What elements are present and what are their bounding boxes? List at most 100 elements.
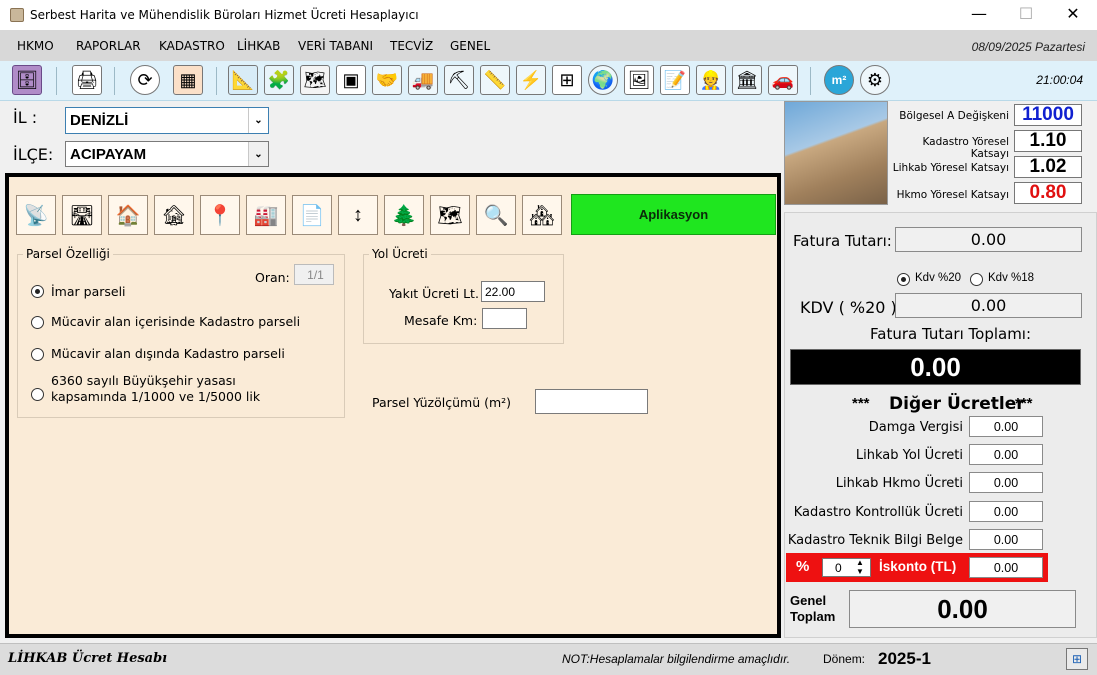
radio-mucavir-disi[interactable] <box>31 348 44 361</box>
fee-label: Kadastro Kontrollük Ücreti <box>793 505 963 520</box>
ilce-value: ACIPAYAM <box>70 145 147 163</box>
handshake-icon[interactable]: 🤝 <box>372 65 402 95</box>
maximize-button[interactable]: ☐ <box>1003 0 1049 30</box>
car-parking-icon[interactable]: 🚗 <box>768 65 798 95</box>
gears-icon[interactable]: ⚙ <box>860 65 890 95</box>
oran-field[interactable]: 1/1 <box>294 264 334 285</box>
map-pin-icon[interactable]: 📍 <box>200 195 240 235</box>
fatura-label: Fatura Tutarı: <box>793 232 892 250</box>
lihkab-hkmo-field: 0.00 <box>969 472 1043 493</box>
mesafe-field[interactable] <box>482 308 527 329</box>
calculation-panel: 📡 🛣 🏠 🏚 📍 🏭 📄 ↕ 🌲 🗺 🔍 🏘 Aplikasyon Parse… <box>5 173 781 638</box>
puzzle-icon[interactable]: 🧩 <box>264 65 294 95</box>
building-icon[interactable]: 🏛 <box>732 65 762 95</box>
radio-6360-yasasi[interactable] <box>31 388 44 401</box>
radio-mucavir-ici[interactable] <box>31 316 44 329</box>
iskonto-percent-stepper[interactable]: 0 ▲ ▼ <box>822 558 871 577</box>
parcel-map-icon[interactable]: ⊞ <box>552 65 582 95</box>
yuzolcumu-field[interactable] <box>535 389 648 414</box>
map-edit-icon[interactable]: 📝 <box>660 65 690 95</box>
percent-sign: % <box>796 558 810 575</box>
minimize-button[interactable]: — <box>956 0 1002 30</box>
zoning-doc-icon[interactable]: 📄 <box>292 195 332 235</box>
network-icon[interactable]: ⊞ <box>1066 648 1088 670</box>
factory-icon[interactable]: 🏭 <box>246 195 286 235</box>
donem-label: Dönem: <box>823 652 866 666</box>
menu-genel[interactable]: GENEL <box>450 39 490 53</box>
status-module: LİHKAB Ücret Hesabı <box>8 651 168 666</box>
parsel-group-title: Parsel Özelliği <box>23 247 113 261</box>
menu-tecviz[interactable]: TECVİZ <box>390 39 433 53</box>
option-label: Mücavir alan dışında Kadastro parseli <box>51 346 285 361</box>
menu-hkmo[interactable]: HKMO <box>17 39 54 53</box>
kadastro-kontrolluk-field: 0.00 <box>969 501 1043 522</box>
toolbar: 🗄 🖨 ⟳ ▦ 📐 🧩 🗺 ▣ 🤝 🚚 ⛏ 📏 ⚡ ⊞ 🌍 🖼 📝 👷 🏛 🚗 … <box>0 61 1097 101</box>
menu-raporlar[interactable]: RAPORLAR <box>76 39 141 53</box>
house-pin-icon[interactable]: 🏠 <box>108 195 148 235</box>
map-frame-icon[interactable]: 🖼 <box>624 65 654 95</box>
toplam-word-label: Toplam <box>790 609 836 624</box>
cracked-house-icon[interactable]: 🏚 <box>154 195 194 235</box>
iskonto-label: İskonto (TL) <box>879 559 957 574</box>
fee-label: Lihkab Yol Ücreti <box>855 448 963 463</box>
mesafe-label: Mesafe Km: <box>404 313 478 328</box>
total-station-icon[interactable]: 📏 <box>480 65 510 95</box>
globe-pin-icon[interactable]: 🌍 <box>588 65 618 95</box>
chevron-down-icon[interactable]: ⌄ <box>248 142 268 166</box>
landmark-photo <box>784 101 888 205</box>
kadastro-katsayi-value: 1.10 <box>1014 130 1082 152</box>
map-grid-icon[interactable]: ▦ <box>173 65 203 95</box>
m2-icon[interactable]: m² <box>824 65 854 95</box>
ilce-select[interactable]: ACIPAYAM ⌄ <box>65 141 269 167</box>
menu-veri-tabani[interactable]: VERİ TABANI <box>298 39 373 53</box>
site-plan-icon[interactable]: 🗺 <box>430 195 470 235</box>
magnifier-globe-icon[interactable]: 🔍 <box>476 195 516 235</box>
lihkab-yol-field: 0.00 <box>969 444 1043 465</box>
mining-icon[interactable]: ⛏ <box>444 65 474 95</box>
power-tower-icon[interactable]: ⚡ <box>516 65 546 95</box>
radio-kdv-20[interactable] <box>897 273 910 286</box>
coef-label: Hkmo Yöresel Katsayı <box>896 189 1009 201</box>
coef-label: Bölgesel A Değişkeni <box>899 110 1009 122</box>
fee-label: Kadastro Teknik Bilgi Belge <box>787 533 963 548</box>
close-button[interactable]: ✕ <box>1050 0 1096 30</box>
database-icon[interactable]: 🗄 <box>12 65 42 95</box>
radio-kdv-18[interactable] <box>970 273 983 286</box>
stars-left: *** <box>852 395 870 412</box>
house-handshake-icon[interactable]: 🏘 <box>522 195 562 235</box>
floorplan-icon[interactable]: ▣ <box>336 65 366 95</box>
il-select[interactable]: DENİZLİ ⌄ <box>65 107 269 134</box>
chevron-down-icon[interactable]: ⌄ <box>248 108 268 133</box>
vertical-arrows-icon[interactable]: ↕ <box>338 195 378 235</box>
survey-truck-icon[interactable]: 🚚 <box>408 65 438 95</box>
road-icon[interactable]: 🛣 <box>62 195 102 235</box>
lihkab-katsayi-value: 1.02 <box>1014 156 1082 178</box>
ilce-label: İLÇE: <box>13 145 54 164</box>
status-note: NOT:Hesaplamalar bilgilendirme amaçlıdır… <box>562 652 791 666</box>
bolgesel-a-value: 11000 <box>1014 104 1082 126</box>
stepper-arrows-icon[interactable]: ▲ ▼ <box>856 558 864 576</box>
fatura-toplam-field: 0.00 <box>790 349 1081 385</box>
aplikasyon-button[interactable]: Aplikasyon <box>571 194 776 235</box>
map-board-icon[interactable]: 🗺 <box>300 65 330 95</box>
document-print-icon[interactable]: 🖨 <box>72 65 102 95</box>
yuzolcumu-label: Parsel Yüzölçümü (m²) <box>372 395 512 410</box>
iskonto-percent-value: 0 <box>835 561 842 575</box>
iskonto-field[interactable]: 0.00 <box>969 557 1043 578</box>
invoice-panel: Fatura Tutarı: 0.00 Kdv %20 Kdv %18 KDV … <box>784 212 1097 638</box>
menu-kadastro[interactable]: KADASTRO <box>159 39 225 53</box>
surveyor-tripod-icon[interactable]: 📡 <box>16 195 56 235</box>
window-title: Serbest Harita ve Mühendislik Büroları H… <box>30 8 419 22</box>
current-date: 08/09/2025 Pazartesi <box>971 40 1085 54</box>
fatura-field: 0.00 <box>895 227 1082 252</box>
yakit-field[interactable]: 22.00 <box>481 281 545 302</box>
refresh-icon[interactable]: ⟳ <box>130 65 160 95</box>
menu-lihkab[interactable]: LİHKAB <box>237 39 280 53</box>
forest-board-icon[interactable]: 🌲 <box>384 195 424 235</box>
radio-imar-parseli[interactable] <box>31 285 44 298</box>
option-label: kapsamında 1/1000 ve 1/5000 lik <box>51 389 261 404</box>
toplam-label: Fatura Tutarı Toplamı: <box>870 325 1032 343</box>
blueprint-icon[interactable]: 📐 <box>228 65 258 95</box>
il-value: DENİZLİ <box>70 112 129 129</box>
surveyor-desk-icon[interactable]: 👷 <box>696 65 726 95</box>
